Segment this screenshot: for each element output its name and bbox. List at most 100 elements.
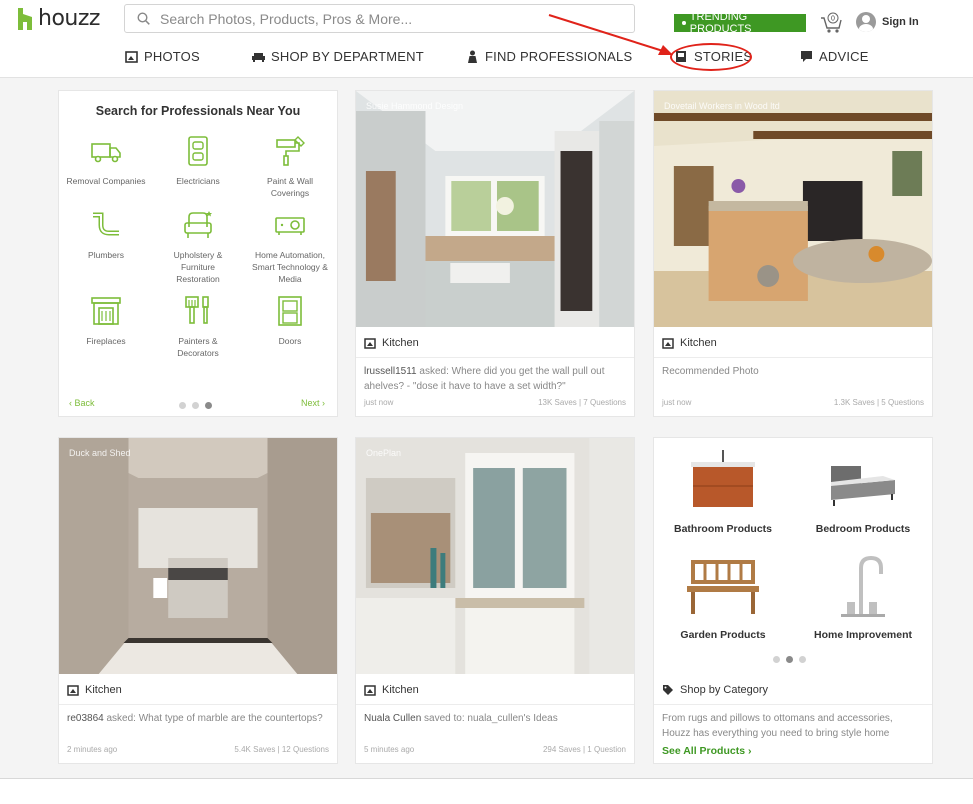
- card-stats: 294 Saves | 1 Question: [542, 745, 626, 754]
- photo-card[interactable]: Susie Hammond Design Kitchen lrussell151…: [355, 90, 635, 417]
- professionals-card-title: Search for Professionals Near You: [95, 104, 301, 118]
- pro-label: Home Automation,: [255, 250, 325, 260]
- truck-icon: [91, 143, 121, 163]
- nav-shop-label: SHOP BY DEPARTMENT: [271, 49, 424, 64]
- photo-card[interactable]: OnePlan Kitchen Nuala Cullen saved to: n…: [355, 437, 635, 764]
- pro-label: Removal Companies: [66, 176, 146, 186]
- search-input[interactable]: [160, 10, 600, 27]
- door-icon: [278, 296, 302, 326]
- paint-roller-icon: [276, 136, 305, 166]
- tag-icon: [663, 685, 673, 695]
- kitchen-photo[interactable]: OnePlan: [356, 438, 634, 674]
- photo-card[interactable]: Duck and Shed Kitchen re03864 asked: Wha…: [58, 437, 338, 764]
- kitchen-photo[interactable]: Duck and Shed: [59, 438, 337, 674]
- pro-label: Furniture: [180, 262, 215, 272]
- pro-plumbers[interactable]: Plumbers: [59, 209, 153, 261]
- card-timestamp: just now: [662, 398, 692, 407]
- card-question[interactable]: lrussell1511 asked: Where did you get th…: [364, 364, 629, 394]
- pro-removal-companies[interactable]: Removal Companies: [59, 135, 153, 187]
- card-stats: 1.3K Saves | 5 Questions: [833, 398, 924, 407]
- top-header: houzz TRENDING PRODUCTS 0 Sign In PHOTOS: [0, 0, 973, 78]
- category-bathroom-products[interactable]: Bathroom Products: [658, 448, 788, 537]
- bed-icon: [831, 466, 895, 506]
- pipe-icon: [93, 212, 119, 236]
- pro-upholstery[interactable]: Upholstery & Furniture Restoration: [151, 209, 245, 285]
- shop-desc-line-2: Houzz has everything you need to bring s…: [662, 728, 890, 739]
- photos-icon: [662, 338, 674, 349]
- photo-credit: Susie Hammond Design: [366, 101, 464, 111]
- see-all-products-link[interactable]: See All Products ›: [662, 745, 751, 757]
- category-bedroom-products[interactable]: Bedroom Products: [798, 448, 928, 537]
- next-button[interactable]: Next ›: [301, 398, 325, 408]
- pro-label: Smart Technology &: [252, 262, 328, 272]
- cart-button[interactable]: 0: [820, 12, 844, 39]
- divider: [356, 357, 634, 358]
- pro-label: Fireplaces: [86, 336, 126, 346]
- cart-count: 0: [831, 16, 835, 23]
- photo-credit: Dovetail Workers in Wood ltd: [664, 101, 780, 111]
- professional-icon: [468, 50, 477, 63]
- card-activity[interactable]: Nuala Cullen saved to: nuala_cullen's Id…: [364, 711, 629, 726]
- card-category: Kitchen: [662, 337, 717, 349]
- nav-advice[interactable]: ADVICE: [800, 49, 869, 64]
- shop-description: From rugs and pillows to ottomans and ac…: [662, 711, 927, 741]
- pro-paint-wall-coverings[interactable]: Paint & Wall Coverings: [243, 135, 337, 199]
- nav-photos[interactable]: PHOTOS: [125, 49, 200, 64]
- trending-dot-icon: [682, 21, 686, 25]
- category-garden-products[interactable]: Garden Products: [658, 554, 788, 643]
- pro-doors[interactable]: Doors: [243, 295, 337, 347]
- category-label: Kitchen: [382, 684, 419, 696]
- kitchen-photo[interactable]: Susie Hammond Design: [356, 91, 634, 327]
- cart-icon: 0: [821, 12, 842, 33]
- pro-label: Decorators: [177, 348, 219, 358]
- pro-label: Electricians: [176, 176, 220, 186]
- category-home-improvement[interactable]: Home Improvement: [798, 554, 928, 643]
- pro-home-automation[interactable]: Home Automation, Smart Technology & Medi…: [243, 209, 337, 285]
- professionals-card: Search for Professionals Near You Remova…: [58, 90, 338, 417]
- photos-icon: [364, 685, 376, 696]
- card-category: Shop by Category: [662, 684, 768, 696]
- card-question[interactable]: re03864 asked: What type of marble are t…: [67, 711, 332, 726]
- card-timestamp: 2 minutes ago: [67, 745, 118, 754]
- back-button[interactable]: ‹ Back: [69, 398, 95, 408]
- carousel-dot[interactable]: [192, 402, 199, 409]
- nav-advice-label: ADVICE: [819, 49, 869, 64]
- category-label: Kitchen: [85, 684, 122, 696]
- nav-shop-by-department[interactable]: SHOP BY DEPARTMENT: [252, 49, 424, 64]
- photos-icon: [364, 338, 376, 349]
- category-label: Bedroom Products: [815, 523, 911, 535]
- search-icon: [137, 12, 150, 25]
- kitchen-photo[interactable]: Dovetail Workers in Wood ltd: [654, 91, 932, 327]
- houzz-logo-icon: [18, 7, 32, 30]
- houzz-logo[interactable]: houzz: [16, 6, 100, 31]
- carousel-dot-active[interactable]: [205, 402, 212, 409]
- category-label: Kitchen: [382, 337, 419, 349]
- logo-text: houzz: [38, 6, 100, 31]
- carousel-dot[interactable]: [179, 402, 186, 409]
- divider: [356, 704, 634, 705]
- carousel-dot-active[interactable]: [786, 656, 793, 663]
- trending-products-button[interactable]: TRENDING PRODUCTS: [674, 11, 806, 35]
- pro-label: Media: [278, 274, 302, 284]
- question-text: asked: Where did you get the wall pull o…: [416, 366, 605, 377]
- pro-painters-decorators[interactable]: Painters & Decorators: [151, 295, 245, 359]
- card-category: Kitchen: [364, 684, 419, 696]
- carousel-dot[interactable]: [799, 656, 806, 663]
- sign-in-button[interactable]: Sign In: [856, 12, 919, 32]
- category-label: Shop by Category: [680, 684, 769, 696]
- user-name[interactable]: lrussell1511: [364, 366, 417, 377]
- photo-card[interactable]: Dovetail Workers in Wood ltd Kitchen Rec…: [653, 90, 933, 417]
- outlet-icon: [188, 136, 208, 166]
- user-name[interactable]: Nuala Cullen: [364, 713, 421, 724]
- divider: [654, 704, 932, 705]
- pro-fireplaces[interactable]: Fireplaces: [59, 295, 153, 347]
- pro-label: Painters &: [178, 336, 218, 346]
- carousel-dots: [773, 656, 806, 663]
- vanity-icon: [691, 450, 755, 507]
- user-name[interactable]: re03864: [67, 713, 104, 724]
- annotation-circle: [670, 43, 752, 71]
- card-stats: 5.4K Saves | 12 Questions: [234, 745, 329, 754]
- pro-electricians[interactable]: Electricians: [151, 135, 245, 187]
- category-label: Bathroom Products: [673, 523, 772, 535]
- carousel-dot[interactable]: [773, 656, 780, 663]
